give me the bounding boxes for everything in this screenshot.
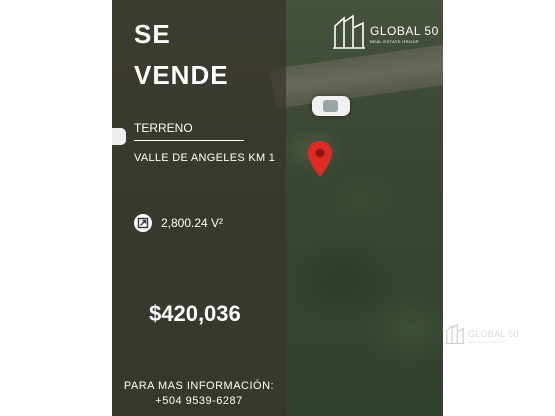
contact-info: PARA MAS INFORMACIÓN: +504 9539-6287	[112, 379, 286, 409]
divider	[134, 140, 244, 141]
price: $420,036	[149, 301, 241, 326]
property-location: VALLE DE ANGELES KM 1	[134, 152, 276, 164]
watermark-name: GLOBAL 50	[468, 329, 519, 339]
watermark-tagline: REAL ESTATE GROUP	[468, 340, 505, 344]
area-row: 2,800.24 V²	[134, 214, 223, 232]
aerial-car	[312, 96, 350, 116]
expand-arrow-icon	[134, 214, 152, 232]
property-type: TERRENO	[134, 121, 193, 135]
listing-poster: SE VENDE TERRENO VALLE DE ANGELES KM 1 2…	[112, 0, 443, 416]
brand-name: GLOBAL 50	[370, 24, 439, 38]
brand-watermark: GLOBAL 50 REAL ESTATE GROUP	[445, 322, 519, 351]
brand-logo: GLOBAL 50 REAL ESTATE GROUP	[332, 14, 439, 55]
headline-line1: SE	[134, 19, 171, 49]
aerial-car-left	[112, 128, 126, 145]
building-logo-icon	[332, 14, 366, 55]
property-area: 2,800.24 V²	[161, 216, 224, 230]
map-pin-icon	[307, 140, 333, 183]
info-panel: SE VENDE TERRENO VALLE DE ANGELES KM 1 2…	[112, 0, 286, 416]
building-logo-icon	[445, 322, 465, 351]
headline: SE VENDE	[134, 14, 229, 96]
brand-tagline: REAL ESTATE GROUP	[370, 39, 419, 44]
headline-line2: VENDE	[134, 60, 229, 90]
contact-label: PARA MAS INFORMACIÓN:	[123, 380, 275, 392]
contact-phone: +504 9539-6287	[155, 395, 243, 407]
